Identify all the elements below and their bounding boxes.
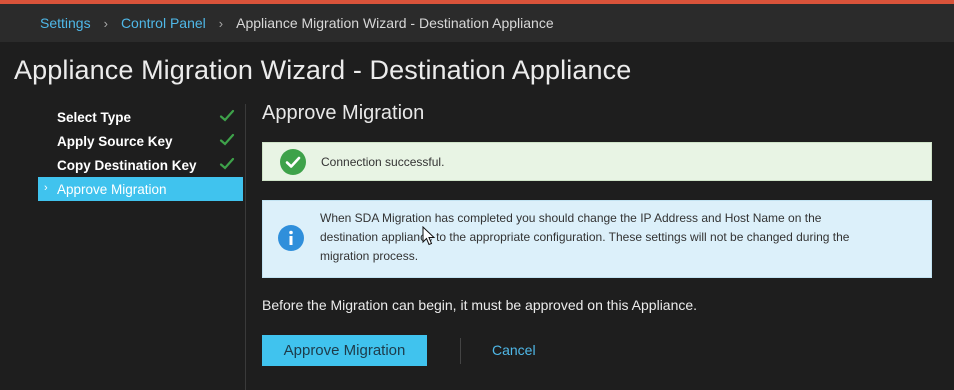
- breadcrumb: Settings › Control Panel › Appliance Mig…: [0, 4, 954, 42]
- check-icon: [219, 133, 235, 146]
- mouse-cursor-icon: [422, 226, 436, 246]
- wizard-step-label: Select Type: [57, 109, 132, 125]
- info-message: When SDA Migration has completed you sho…: [320, 211, 850, 263]
- breadcrumb-current: Appliance Migration Wizard - Destination…: [236, 15, 554, 31]
- sidebar-divider: [245, 104, 246, 390]
- section-title: Approve Migration: [262, 102, 425, 124]
- wizard-step-apply-source-key[interactable]: Apply Source Key: [38, 129, 243, 153]
- button-divider: [460, 338, 461, 364]
- main-content: Approve Migration Connection successful.…: [262, 102, 932, 366]
- success-message: Connection successful.: [321, 154, 445, 169]
- breadcrumb-separator-icon: ›: [103, 15, 108, 31]
- wizard-step-select-type[interactable]: Select Type: [38, 105, 243, 129]
- info-circle-icon: [278, 225, 304, 256]
- breadcrumb-separator-icon: ›: [218, 15, 224, 31]
- breadcrumb-settings[interactable]: Settings: [40, 15, 91, 31]
- check-circle-icon: [280, 148, 306, 175]
- success-alert: Connection successful.: [262, 142, 932, 181]
- approve-migration-button[interactable]: Approve Migration: [262, 335, 427, 366]
- wizard-step-approve-migration[interactable]: › Approve Migration: [38, 177, 243, 201]
- approval-instruction: Before the Migration can begin, it must …: [262, 297, 698, 313]
- chevron-right-icon: ›: [44, 182, 48, 194]
- wizard-steps: Select Type Apply Source Key Copy Destin…: [38, 105, 243, 201]
- check-icon: [219, 157, 235, 170]
- wizard-step-label: Apply Source Key: [57, 133, 173, 149]
- info-alert: When SDA Migration has completed you sho…: [262, 200, 932, 278]
- breadcrumb-control-panel[interactable]: Control Panel: [121, 15, 206, 31]
- wizard-step-copy-destination-key[interactable]: Copy Destination Key: [38, 153, 243, 177]
- wizard-step-label: Copy Destination Key: [57, 157, 197, 173]
- wizard-step-label: Approve Migration: [57, 181, 167, 197]
- check-icon: [219, 109, 235, 122]
- page-title: Appliance Migration Wizard - Destination…: [14, 55, 632, 85]
- cancel-link[interactable]: Cancel: [492, 342, 536, 358]
